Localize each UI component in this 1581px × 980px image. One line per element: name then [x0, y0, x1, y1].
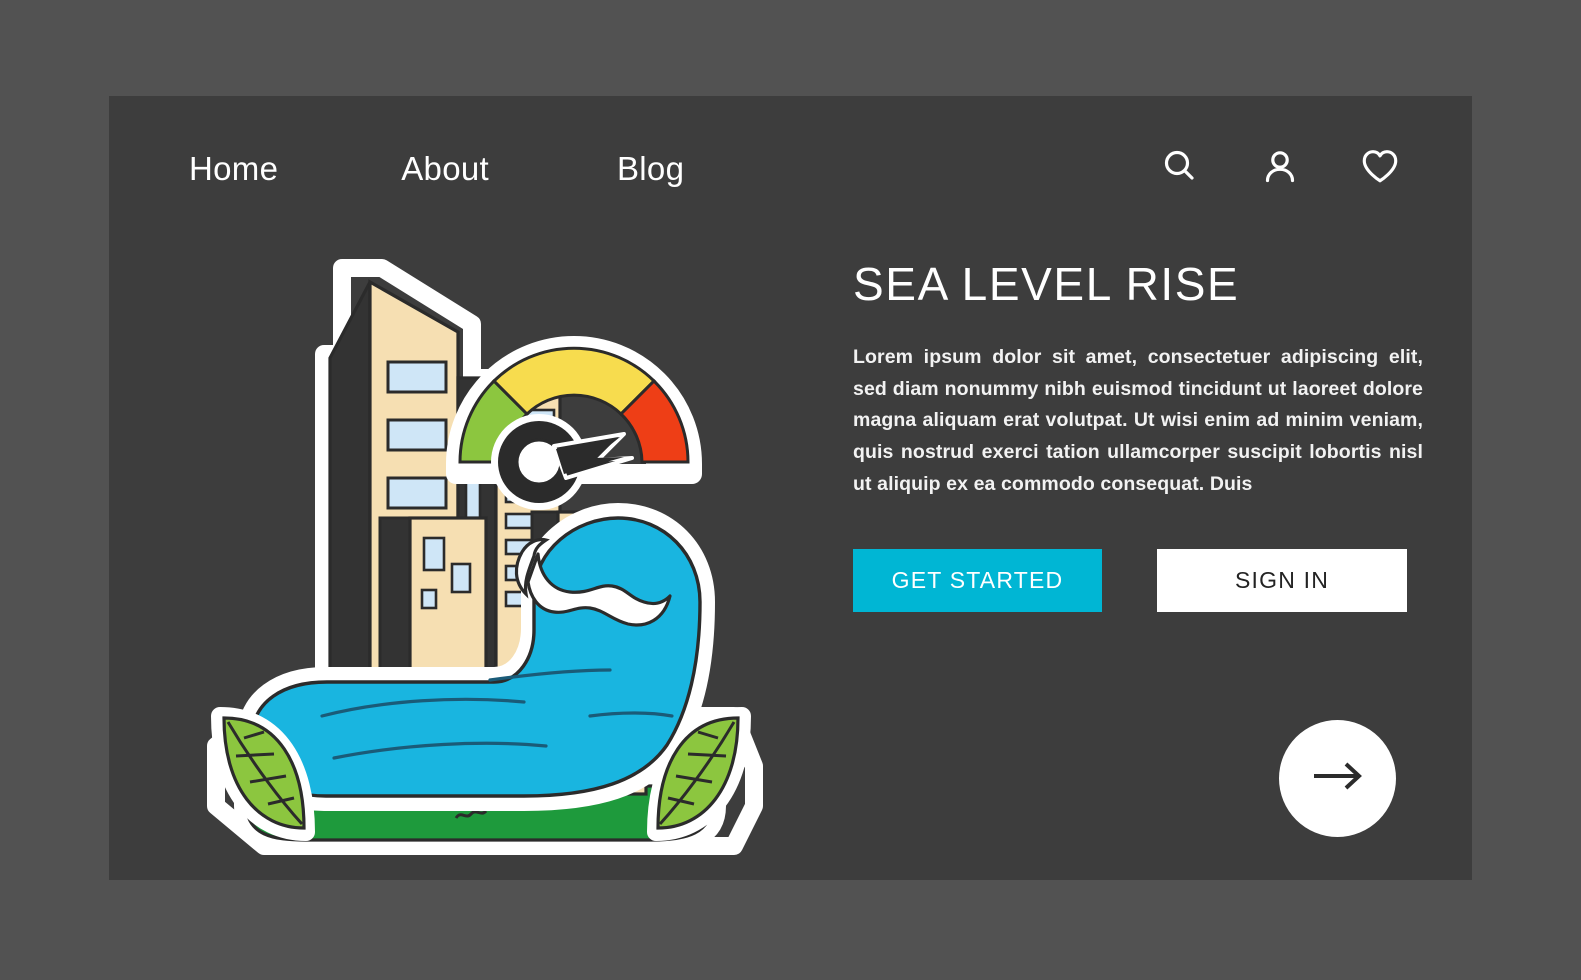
sea-level-rise-illustration [194, 246, 764, 866]
cta-row: GET STARTED SIGN IN [853, 549, 1407, 612]
nav-link-blog[interactable]: Blog [617, 150, 684, 188]
hero-panel: Home About Blog SEA LEVEL RISE Lorem ips… [109, 96, 1472, 880]
search-icon[interactable] [1160, 146, 1200, 186]
nav-icon-group [1160, 146, 1400, 186]
heart-icon[interactable] [1360, 146, 1400, 186]
nav-link-about[interactable]: About [401, 150, 489, 188]
next-slide-button[interactable] [1279, 720, 1396, 837]
nav-link-home[interactable]: Home [189, 150, 278, 188]
arrow-right-icon [1308, 759, 1368, 798]
hero-content: SEA LEVEL RISE Lorem ipsum dolor sit ame… [853, 260, 1423, 500]
sign-in-button[interactable]: SIGN IN [1157, 549, 1407, 612]
screen: Home About Blog SEA LEVEL RISE Lorem ips… [0, 0, 1581, 980]
get-started-button[interactable]: GET STARTED [853, 549, 1102, 612]
nav-links: Home About Blog [189, 150, 684, 188]
hero-paragraph: Lorem ipsum dolor sit amet, consectetuer… [853, 346, 1423, 495]
navbar: Home About Blog [109, 96, 1472, 256]
user-icon[interactable] [1260, 146, 1300, 186]
page-title: SEA LEVEL RISE [853, 258, 1240, 310]
